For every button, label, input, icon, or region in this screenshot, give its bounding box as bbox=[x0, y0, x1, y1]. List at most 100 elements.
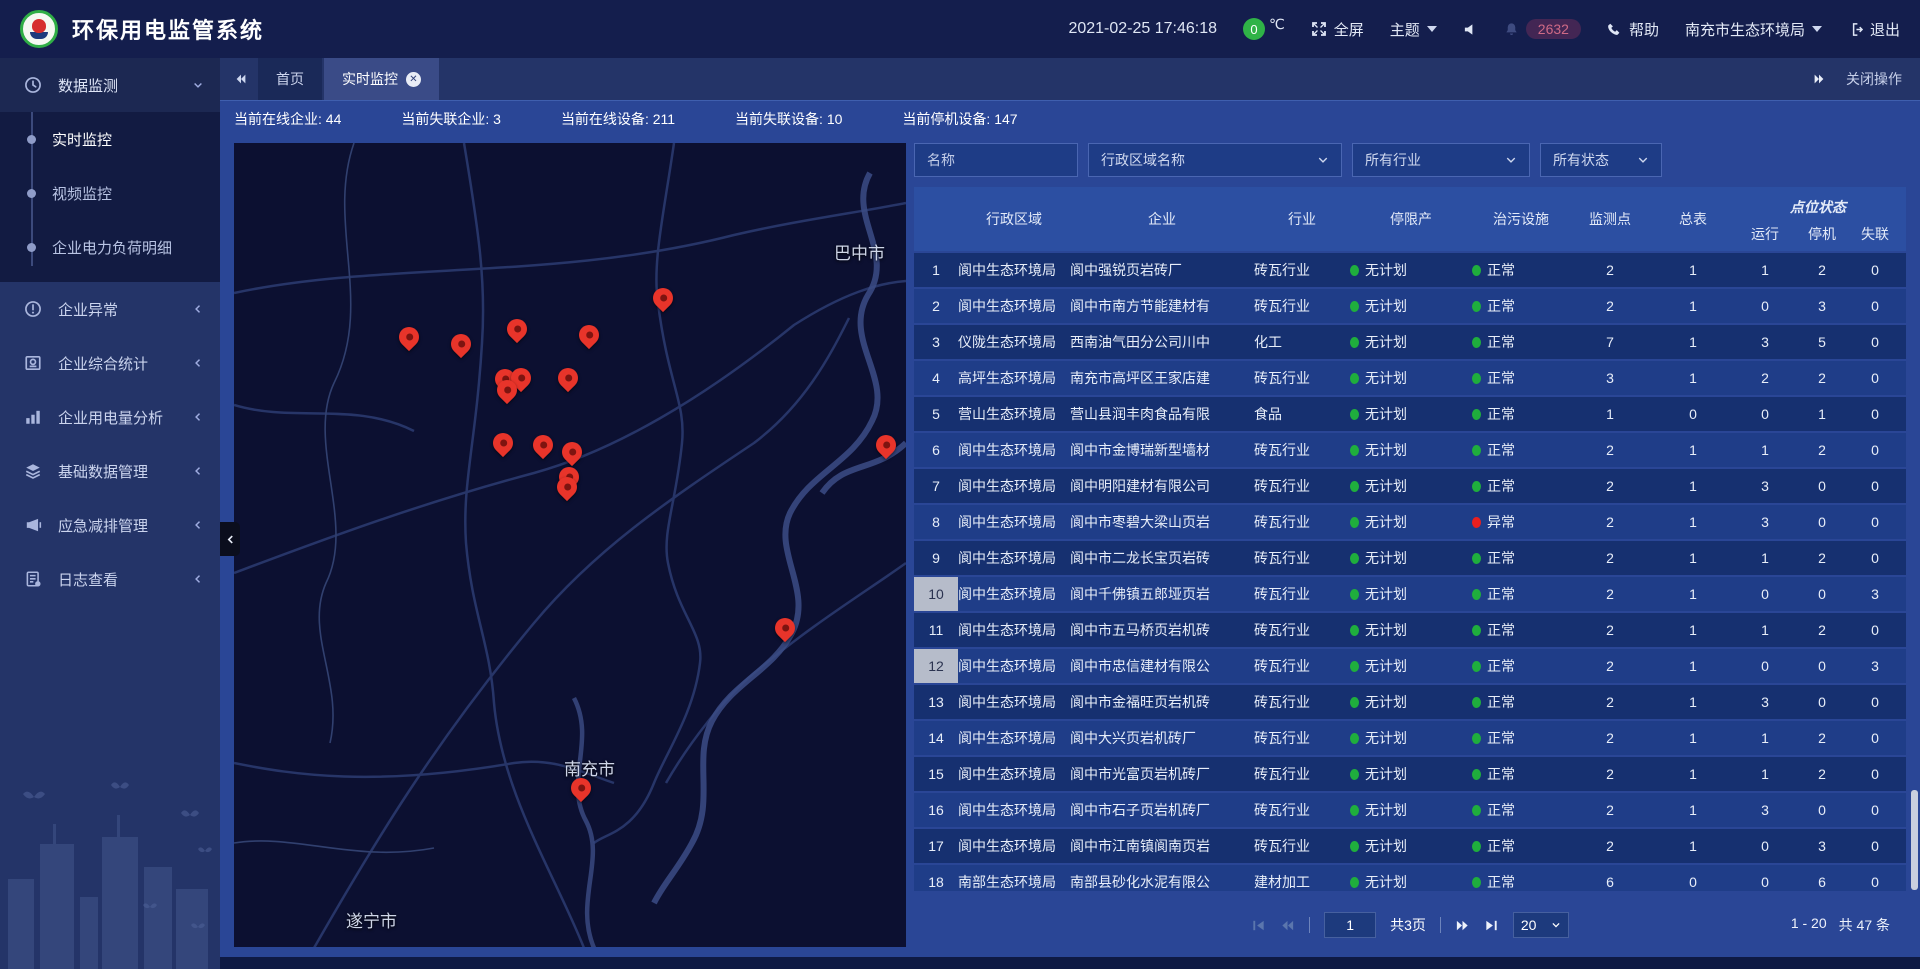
point-status-sub-columns: 运行 停机 失联 bbox=[1736, 217, 1900, 251]
table-row[interactable]: 17阆中生态环境局阆中市江南镇阆南页岩砖瓦行业无计划正常21030 bbox=[914, 829, 1906, 863]
next-page-button[interactable] bbox=[1455, 918, 1470, 933]
top-header: 环保用电监管系统 2021-02-25 17:46:18 0 ℃ 全屏 主题 2… bbox=[0, 0, 1920, 58]
sidebar-subitem-0-1[interactable]: 视频监控 bbox=[0, 166, 220, 220]
status-dot-icon bbox=[1350, 409, 1359, 420]
table-row[interactable]: 11阆中生态环境局阆中市五马桥页岩机砖砖瓦行业无计划正常21120 bbox=[914, 613, 1906, 647]
table-row[interactable]: 6阆中生态环境局阆中市金博瑞新型墙材砖瓦行业无计划正常21120 bbox=[914, 433, 1906, 467]
fullscreen-button[interactable]: 全屏 bbox=[1311, 19, 1364, 40]
last-page-button[interactable] bbox=[1484, 918, 1499, 933]
region-cell: 南部生态环境局 bbox=[958, 865, 1070, 891]
sidebar-item-0[interactable]: 数据监测 bbox=[0, 58, 220, 112]
org-name: 南充市生态环境局 bbox=[1685, 19, 1805, 40]
sidebar-item-2[interactable]: 企业综合统计 bbox=[0, 336, 220, 390]
sound-button[interactable] bbox=[1463, 22, 1478, 37]
status-dot-icon bbox=[1472, 589, 1481, 600]
table-row[interactable]: 10阆中生态环境局阆中千佛镇五郎垭页岩砖瓦行业无计划正常21003 bbox=[914, 577, 1906, 611]
first-page-button[interactable] bbox=[1251, 918, 1266, 933]
row-index-cell: 5 bbox=[914, 397, 958, 431]
page-size-select[interactable]: 20 bbox=[1513, 912, 1569, 938]
vertical-scrollbar-thumb[interactable] bbox=[1911, 790, 1918, 890]
sidebar-item-label: 数据监测 bbox=[58, 75, 118, 96]
logout-button[interactable]: 退出 bbox=[1848, 19, 1900, 40]
col-offline: 失联 bbox=[1850, 224, 1900, 244]
prev-page-button[interactable] bbox=[1280, 918, 1295, 933]
region-select[interactable]: 行政区域名称 bbox=[1088, 143, 1342, 177]
status-select[interactable]: 所有状态 bbox=[1540, 143, 1662, 177]
monitor-points-cell: 2 bbox=[1570, 505, 1650, 539]
speaker-icon bbox=[1463, 22, 1478, 37]
table-row[interactable]: 18南部生态环境局南部县砂化水泥有限公建材加工无计划正常60060 bbox=[914, 865, 1906, 891]
sidebar-subitem-0-2[interactable]: 企业电力负荷明细 bbox=[0, 220, 220, 274]
chevron-left-icon bbox=[192, 465, 204, 477]
sidebar-submenu: 实时监控视频监控企业电力负荷明细 bbox=[0, 112, 220, 282]
status-dot-icon bbox=[1350, 733, 1359, 744]
total-meter-cell: 1 bbox=[1650, 793, 1736, 827]
table-row[interactable]: 7阆中生态环境局阆中明阳建材有限公司砖瓦行业无计划正常21300 bbox=[914, 469, 1906, 503]
chevron-left-icon bbox=[225, 534, 236, 545]
running-count-cell: 0 bbox=[1736, 649, 1794, 683]
stopped-count-cell: 2 bbox=[1794, 757, 1850, 791]
industry-cell: 砖瓦行业 bbox=[1254, 829, 1350, 863]
tab-realtime-monitor[interactable]: 实时监控 ✕ bbox=[324, 58, 439, 100]
facility-status-text: 正常 bbox=[1487, 656, 1515, 676]
stop-limit-text: 无计划 bbox=[1365, 656, 1407, 676]
table-row[interactable]: 12阆中生态环境局阆中市忠信建材有限公砖瓦行业无计划正常21003 bbox=[914, 649, 1906, 683]
sidebar-item-3[interactable]: 企业用电量分析 bbox=[0, 390, 220, 444]
table-row[interactable]: 5营山生态环境局营山县润丰肉食品有限食品无计划正常10010 bbox=[914, 397, 1906, 431]
stopped-count-cell: 0 bbox=[1794, 577, 1850, 611]
close-operations-button[interactable]: 关闭操作 bbox=[1846, 69, 1902, 89]
sidebar-item-6[interactable]: 日志查看 bbox=[0, 552, 220, 606]
map-panel[interactable]: 巴中市南充市遂宁市 bbox=[234, 143, 906, 947]
org-dropdown[interactable]: 南充市生态环境局 bbox=[1685, 19, 1822, 40]
table-row[interactable]: 9阆中生态环境局阆中市二龙长宝页岩砖砖瓦行业无计划正常21120 bbox=[914, 541, 1906, 575]
table-row[interactable]: 13阆中生态环境局阆中市金福旺页岩机砖砖瓦行业无计划正常21300 bbox=[914, 685, 1906, 719]
table-row[interactable]: 15阆中生态环境局阆中市光富页岩机砖厂砖瓦行业无计划正常21120 bbox=[914, 757, 1906, 791]
sidebar-subitem-0-0[interactable]: 实时监控 bbox=[0, 112, 220, 166]
tabs-scroll-right-button[interactable] bbox=[1812, 72, 1826, 86]
theme-dropdown[interactable]: 主题 bbox=[1390, 19, 1437, 40]
stopped-count-cell: 0 bbox=[1794, 649, 1850, 683]
notifications[interactable]: 2632 bbox=[1504, 19, 1581, 39]
facility-status-text: 正常 bbox=[1487, 368, 1515, 388]
table-row[interactable]: 4高坪生态环境局南充市高坪区王家店建砖瓦行业无计划正常31220 bbox=[914, 361, 1906, 395]
table-row[interactable]: 14阆中生态环境局阆中大兴页岩机砖厂砖瓦行业无计划正常21120 bbox=[914, 721, 1906, 755]
sidebar-item-5[interactable]: 应急减排管理 bbox=[0, 498, 220, 552]
region-cell: 阆中生态环境局 bbox=[958, 289, 1070, 323]
sidebar-collapse-handle[interactable] bbox=[220, 522, 240, 556]
chevron-down-icon bbox=[1812, 26, 1822, 32]
point-status-group-label: 点位状态 bbox=[1736, 187, 1900, 217]
col-company: 企业 bbox=[1070, 187, 1254, 251]
facility-status-cell: 正常 bbox=[1472, 793, 1570, 827]
sidebar-item-4[interactable]: 基础数据管理 bbox=[0, 444, 220, 498]
offline-count-cell: 0 bbox=[1850, 253, 1900, 287]
status-dot-icon bbox=[1350, 373, 1359, 384]
name-search-input[interactable] bbox=[914, 143, 1078, 177]
company-cell: 南部县砂化水泥有限公 bbox=[1070, 865, 1254, 891]
industry-select[interactable]: 所有行业 bbox=[1352, 143, 1530, 177]
table-row[interactable]: 2阆中生态环境局阆中市南方节能建材有砖瓦行业无计划正常21030 bbox=[914, 289, 1906, 323]
table-row[interactable]: 8阆中生态环境局阆中市枣碧大梁山页岩砖瓦行业无计划异常21300 bbox=[914, 505, 1906, 539]
region-cell: 阆中生态环境局 bbox=[958, 613, 1070, 647]
table-row[interactable]: 3仪陇生态环境局西南油气田分公司川中化工无计划正常71350 bbox=[914, 325, 1906, 359]
sidebar-menu: 数据监测实时监控视频监控企业电力负荷明细企业异常企业综合统计企业用电量分析基础数… bbox=[0, 58, 220, 606]
region-cell: 阆中生态环境局 bbox=[958, 793, 1070, 827]
close-icon[interactable]: ✕ bbox=[406, 72, 421, 87]
status-dot-icon bbox=[1472, 661, 1481, 672]
table-row[interactable]: 16阆中生态环境局阆中市石子页岩机砖厂砖瓦行业无计划正常21300 bbox=[914, 793, 1906, 827]
stop-limit-text: 无计划 bbox=[1365, 440, 1407, 460]
clock-icon bbox=[24, 76, 46, 94]
help-button[interactable]: 帮助 bbox=[1607, 19, 1659, 40]
page-number-input[interactable] bbox=[1324, 912, 1376, 938]
tabs-scroll-left-button[interactable] bbox=[234, 72, 248, 86]
stop-limit-text: 无计划 bbox=[1365, 764, 1407, 784]
stopped-count-cell: 0 bbox=[1794, 505, 1850, 539]
tab-home[interactable]: 首页 bbox=[258, 58, 322, 100]
row-index-cell: 14 bbox=[914, 721, 958, 755]
table-row[interactable]: 1阆中生态环境局阆中强锐页岩砖厂砖瓦行业无计划正常21120 bbox=[914, 253, 1906, 287]
status-dot-icon bbox=[1350, 769, 1359, 780]
stop-limit-cell: 无计划 bbox=[1350, 325, 1472, 359]
stopped-count-cell: 5 bbox=[1794, 325, 1850, 359]
page-size-value: 20 bbox=[1521, 917, 1537, 933]
datetime-label: 2021-02-25 17:46:18 bbox=[1068, 20, 1217, 38]
sidebar-item-1[interactable]: 企业异常 bbox=[0, 282, 220, 336]
